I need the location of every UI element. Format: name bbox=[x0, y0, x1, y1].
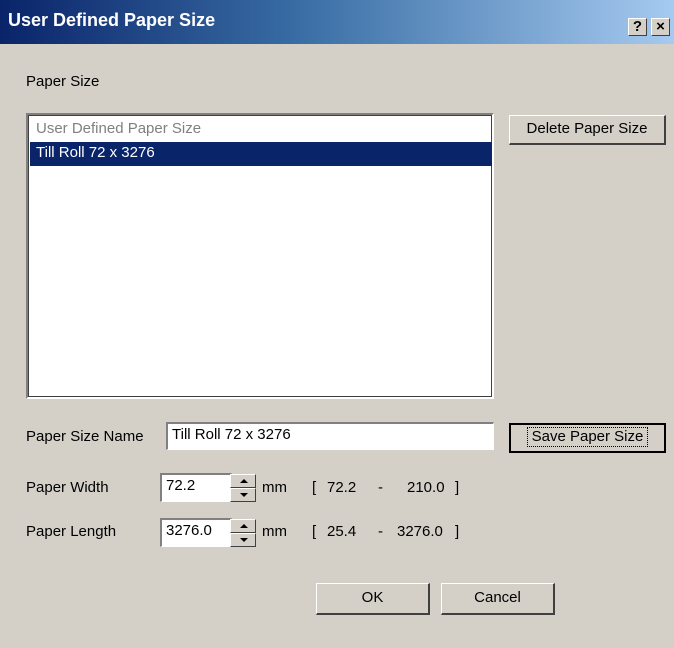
save-paper-size-label: Save Paper Size bbox=[526, 427, 649, 447]
length-range-open: [ bbox=[312, 523, 317, 540]
length-range-max: 3276.0 bbox=[397, 523, 443, 540]
length-range-sep: - bbox=[378, 523, 383, 540]
ok-button[interactable]: OK bbox=[316, 583, 430, 615]
paper-size-name-input[interactable]: Till Roll 72 x 3276 bbox=[166, 422, 494, 450]
width-range-close: ] bbox=[455, 479, 460, 496]
cancel-button[interactable]: Cancel bbox=[441, 583, 555, 615]
width-range-max: 210.0 bbox=[407, 479, 445, 496]
spin-up-icon[interactable] bbox=[230, 474, 256, 488]
paper-width-label: Paper Width bbox=[26, 479, 109, 496]
paper-width-spinner[interactable] bbox=[230, 474, 256, 502]
paper-size-label: Paper Size bbox=[26, 73, 100, 90]
dialog-window: User Defined Paper Size ? × Paper Size U… bbox=[0, 0, 674, 648]
width-range-min: 72.2 bbox=[327, 479, 357, 496]
length-range-min: 25.4 bbox=[327, 523, 357, 540]
paper-length-label: Paper Length bbox=[26, 523, 117, 540]
list-item[interactable]: User Defined Paper Size bbox=[30, 118, 492, 142]
delete-paper-size-button[interactable]: Delete Paper Size bbox=[509, 115, 666, 145]
paper-length-input[interactable]: 3276.0 bbox=[160, 518, 232, 547]
width-range-open: [ bbox=[312, 479, 317, 496]
close-icon: × bbox=[656, 18, 665, 35]
help-icon: ? bbox=[632, 18, 643, 35]
width-range-sep: - bbox=[378, 479, 383, 496]
list-item-selected[interactable]: Till Roll 72 x 3276 bbox=[30, 142, 492, 166]
spin-down-icon[interactable] bbox=[230, 488, 256, 502]
paper-size-list[interactable]: User Defined Paper Size Till Roll 72 x 3… bbox=[26, 113, 494, 399]
paper-length-spinner[interactable] bbox=[230, 519, 256, 547]
close-button[interactable]: × bbox=[651, 18, 670, 36]
width-unit: mm bbox=[262, 479, 287, 496]
length-range-close: ] bbox=[455, 523, 460, 540]
window-title: User Defined Paper Size bbox=[8, 10, 216, 30]
spin-down-icon[interactable] bbox=[230, 533, 256, 547]
length-unit: mm bbox=[262, 523, 287, 540]
paper-width-input[interactable]: 72.2 bbox=[160, 473, 232, 502]
save-paper-size-button[interactable]: Save Paper Size bbox=[509, 423, 666, 453]
spin-up-icon[interactable] bbox=[230, 519, 256, 533]
help-button[interactable]: ? bbox=[628, 18, 647, 36]
title-bar[interactable]: User Defined Paper Size ? × bbox=[0, 0, 674, 44]
paper-size-name-label: Paper Size Name bbox=[26, 428, 144, 445]
